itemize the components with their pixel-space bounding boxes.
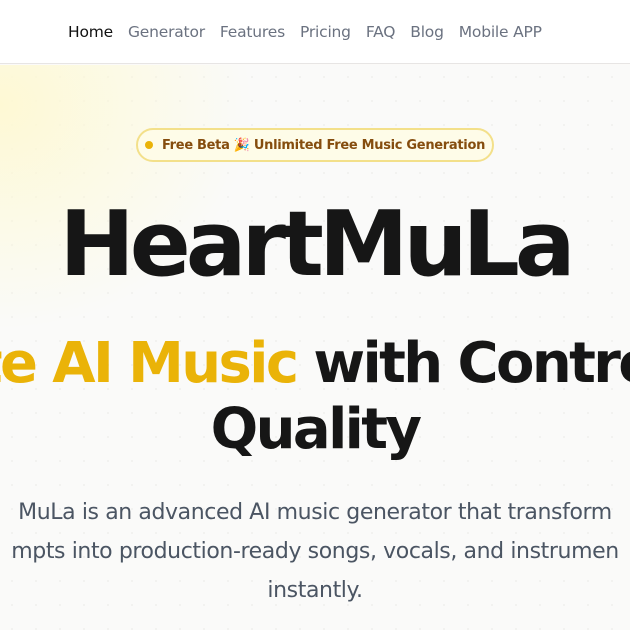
- nav-links: Home Generator Features Pricing FAQ Blog…: [68, 0, 557, 64]
- hero-title: HeartMuLa: [59, 192, 575, 297]
- description-line3: instantly.: [267, 578, 363, 603]
- headline-rest: with Contro: [296, 331, 630, 396]
- beta-badge: Free Beta 🎉 Unlimited Free Music Generat…: [136, 128, 494, 162]
- nav-pricing-link[interactable]: Pricing: [300, 23, 351, 41]
- headline-line2: Quality: [210, 397, 422, 462]
- hero-section: Free Beta 🎉 Unlimited Free Music Generat…: [0, 65, 630, 630]
- hero-headline: te AI Music with Contro Quality: [0, 331, 630, 463]
- top-navbar: Home Generator Features Pricing FAQ Blog…: [0, 0, 630, 64]
- description-line1: MuLa is an advanced AI music generator t…: [18, 500, 612, 525]
- nav-mobile-app-link[interactable]: Mobile APP: [459, 23, 542, 41]
- nav-faq-link[interactable]: FAQ: [366, 23, 396, 41]
- beta-badge-text: Free Beta 🎉 Unlimited Free Music Generat…: [161, 137, 486, 153]
- nav-features-link[interactable]: Features: [220, 23, 285, 41]
- nav-generator-link[interactable]: Generator: [128, 23, 205, 41]
- status-dot-icon: [144, 141, 153, 149]
- headline-accent: te AI Music: [0, 331, 299, 396]
- nav-blog-link[interactable]: Blog: [410, 23, 444, 41]
- description-line2: mpts into production-ready songs, vocals…: [11, 539, 619, 564]
- nav-home-link[interactable]: Home: [68, 23, 113, 41]
- hero-description: MuLa is an advanced AI music generator t…: [0, 493, 630, 610]
